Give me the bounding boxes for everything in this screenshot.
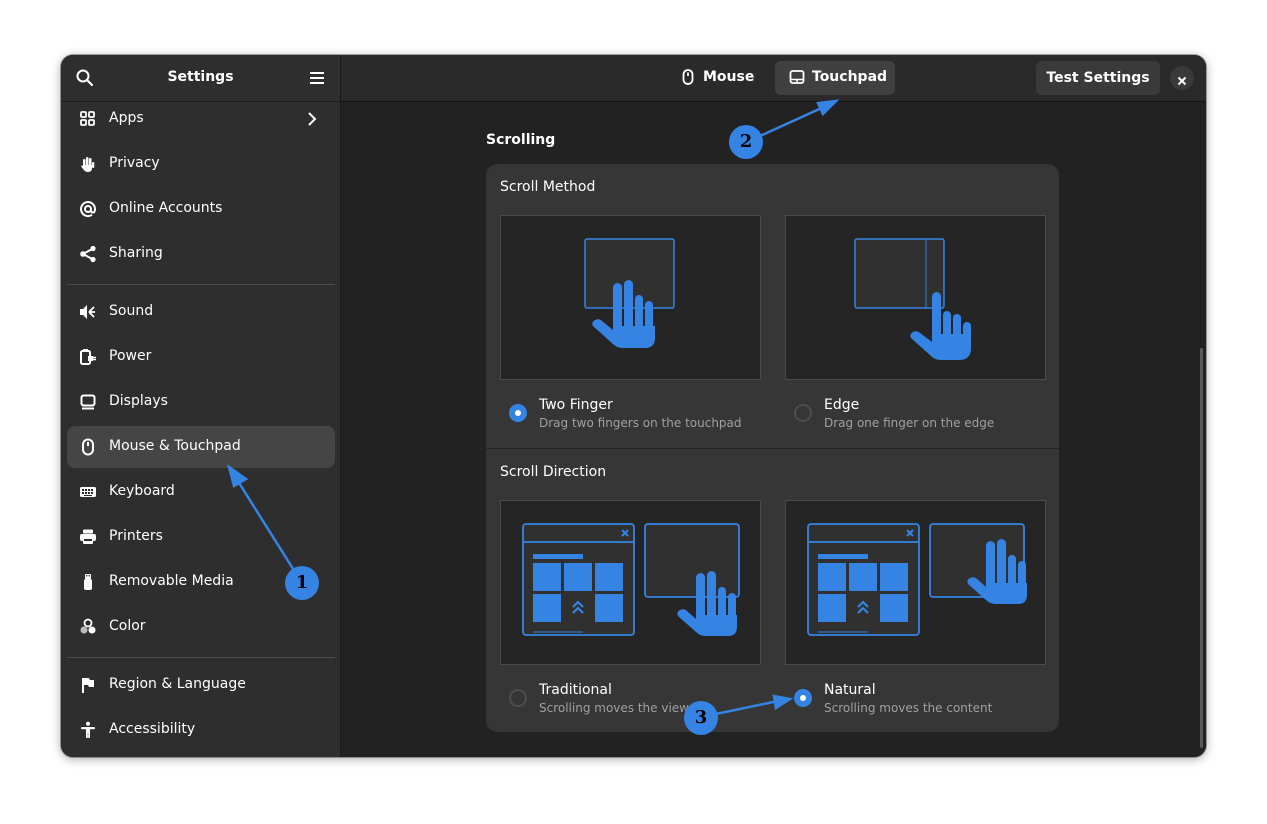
option-subtitle: Drag one finger on the edge — [824, 416, 995, 430]
sidebar-title: Settings — [167, 69, 234, 85]
sidebar-item-mouse-touchpad[interactable]: Mouse & Touchpad — [67, 426, 335, 468]
sidebar-item-label: Printers — [109, 528, 163, 544]
annotation-badge-1: 1 — [285, 566, 319, 600]
hand-icon — [79, 155, 97, 173]
content-scrollbar[interactable] — [1200, 348, 1203, 748]
apps-grid-icon — [79, 110, 97, 128]
annotation-badge-2: 2 — [729, 125, 763, 159]
close-button[interactable] — [1170, 66, 1194, 90]
usb-drive-icon — [79, 573, 97, 591]
radio-traditional[interactable] — [509, 689, 527, 707]
tab-label: Touchpad — [812, 69, 888, 85]
sidebar-item-label: Accessibility — [109, 721, 196, 737]
window-content-graphic — [522, 523, 635, 636]
option-title: Edge — [824, 397, 860, 413]
sidebar-item-apps[interactable]: Apps — [67, 98, 335, 140]
tab-touchpad[interactable]: Touchpad — [775, 61, 895, 95]
option-subtitle: Scrolling moves the content — [824, 701, 993, 715]
sidebar-item-label: Sharing — [109, 245, 163, 261]
speaker-icon — [79, 303, 97, 321]
sidebar-item-label: Power — [109, 348, 152, 364]
option-title: Two Finger — [539, 397, 613, 413]
sidebar-item-label: Mouse & Touchpad — [109, 438, 241, 454]
tab-mouse[interactable]: Mouse — [666, 61, 754, 95]
option-title: Traditional — [539, 682, 612, 698]
main-panel: Mouse Touchpad Test Settings Scrolling S… — [341, 55, 1206, 757]
test-settings-button[interactable]: Test Settings — [1036, 61, 1160, 95]
power-plug-icon — [79, 348, 97, 366]
sidebar-item-color[interactable]: Color — [67, 606, 335, 648]
sidebar: Settings Apps Privacy Online Accounts Sh… — [61, 55, 341, 757]
sidebar-item-label: Keyboard — [109, 483, 175, 499]
radio-natural[interactable] — [794, 689, 812, 707]
card-separator — [486, 448, 1059, 449]
sidebar-item-label: Online Accounts — [109, 200, 223, 216]
sidebar-separator — [67, 657, 335, 658]
tab-label: Mouse — [703, 69, 755, 85]
at-sign-icon — [79, 200, 97, 218]
header-bar: Mouse Touchpad Test Settings — [341, 55, 1206, 102]
accessibility-person-icon — [79, 721, 97, 739]
mouse-icon — [79, 438, 97, 456]
color-circles-icon — [79, 618, 97, 636]
sidebar-item-keyboard[interactable]: Keyboard — [67, 471, 335, 513]
scrolling-card: Scroll Method Two Finger Drag two finger… — [486, 164, 1059, 732]
sidebar-item-power[interactable]: Power — [67, 336, 335, 378]
sidebar-item-displays[interactable]: Displays — [67, 381, 335, 423]
sidebar-item-privacy[interactable]: Privacy — [67, 143, 335, 185]
sidebar-header: Settings — [61, 55, 340, 102]
sidebar-item-label: Apps — [109, 110, 144, 126]
sidebar-item-sharing[interactable]: Sharing — [67, 233, 335, 275]
display-icon — [79, 393, 97, 411]
sidebar-item-sound[interactable]: Sound — [67, 291, 335, 333]
share-icon — [79, 245, 97, 263]
settings-window: Settings Apps Privacy Online Accounts Sh… — [61, 55, 1206, 757]
sidebar-item-label: Sound — [109, 303, 154, 319]
sidebar-item-label: Removable Media — [109, 573, 234, 589]
option-title: Natural — [824, 682, 876, 698]
option-subtitle: Drag two fingers on the touchpad — [539, 416, 742, 430]
sidebar-item-label: Displays — [109, 393, 168, 409]
touchpad-icon — [789, 69, 805, 85]
sidebar-item-label: Color — [109, 618, 146, 634]
annotation-badge-3: 3 — [684, 701, 718, 735]
scroll-method-title: Scroll Method — [500, 179, 596, 195]
radio-two-finger[interactable] — [509, 404, 527, 422]
keyboard-icon — [79, 483, 97, 501]
section-title-scrolling: Scrolling — [486, 132, 556, 148]
sidebar-item-printers[interactable]: Printers — [67, 516, 335, 558]
close-icon — [1176, 72, 1188, 91]
sidebar-item-accessibility[interactable]: Accessibility — [67, 709, 335, 751]
radio-edge[interactable] — [794, 404, 812, 422]
two-finger-illustration[interactable] — [500, 215, 761, 380]
sidebar-separator — [67, 284, 335, 285]
sidebar-item-label: Privacy — [109, 155, 160, 171]
traditional-illustration[interactable] — [500, 500, 761, 665]
edge-illustration[interactable] — [785, 215, 1046, 380]
mouse-icon — [680, 69, 696, 85]
natural-illustration[interactable] — [785, 500, 1046, 665]
printer-icon — [79, 528, 97, 546]
sidebar-item-region-language[interactable]: Region & Language — [67, 664, 335, 706]
option-subtitle: Scrolling moves the view — [539, 701, 689, 715]
scroll-direction-title: Scroll Direction — [500, 464, 607, 480]
flag-icon — [79, 676, 97, 694]
window-content-graphic — [807, 523, 920, 636]
sidebar-item-online-accounts[interactable]: Online Accounts — [67, 188, 335, 230]
sidebar-item-label: Region & Language — [109, 676, 246, 692]
chevron-right-icon — [303, 110, 321, 128]
hamburger-menu-icon[interactable] — [308, 68, 328, 88]
